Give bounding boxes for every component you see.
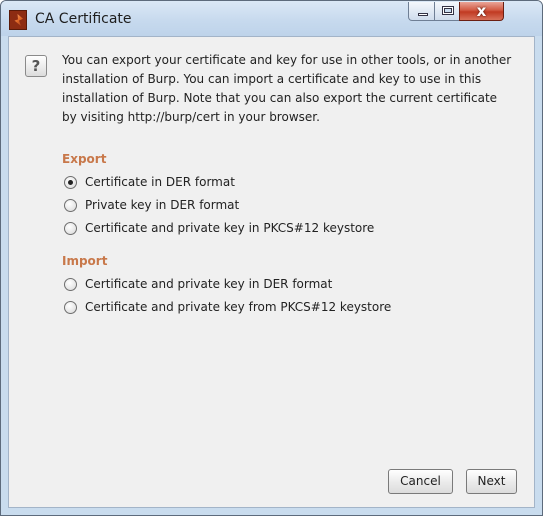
radio-option-export-pkcs12[interactable]: Certificate and private key in PKCS#12 k…	[64, 219, 374, 237]
radio-label: Certificate in DER format	[85, 175, 235, 189]
radio-button[interactable]	[64, 300, 77, 314]
burp-app-icon	[9, 10, 27, 30]
radio-option-import-der[interactable]: Certificate and private key in DER forma…	[64, 275, 332, 293]
dialog-body: ? You can export your certificate and ke…	[8, 36, 535, 508]
next-button[interactable]: Next	[466, 469, 517, 494]
radio-option-export-der-key[interactable]: Private key in DER format	[64, 196, 239, 214]
radio-option-import-pkcs12[interactable]: Certificate and private key from PKCS#12…	[64, 298, 391, 316]
import-heading: Import	[62, 254, 108, 268]
minimize-button[interactable]	[408, 2, 435, 21]
radio-label: Private key in DER format	[85, 198, 240, 212]
radio-button[interactable]	[64, 221, 77, 235]
close-button[interactable]: x	[459, 2, 504, 21]
radio-label: Certificate and private key in DER forma…	[85, 277, 333, 291]
radio-button[interactable]	[64, 277, 77, 291]
cancel-button[interactable]: Cancel	[388, 469, 453, 494]
minimize-icon	[418, 13, 428, 16]
radio-label: Certificate and private key from PKCS#12…	[85, 300, 392, 314]
radio-button[interactable]	[64, 175, 77, 189]
dialog-window: CA Certificate x ? You can export your c…	[0, 0, 543, 516]
radio-option-export-der-cert[interactable]: Certificate in DER format	[64, 173, 235, 191]
radio-button[interactable]	[64, 198, 77, 212]
radio-label: Certificate and private key in PKCS#12 k…	[85, 221, 375, 235]
title-bar[interactable]: CA Certificate x	[1, 1, 542, 36]
close-icon: x	[476, 2, 487, 20]
intro-text: You can export your certificate and key …	[62, 53, 512, 124]
window-title: CA Certificate	[35, 11, 132, 27]
maximize-button[interactable]	[434, 2, 460, 21]
help-icon: ?	[25, 55, 47, 77]
maximize-icon	[442, 6, 454, 15]
export-heading: Export	[62, 152, 107, 166]
